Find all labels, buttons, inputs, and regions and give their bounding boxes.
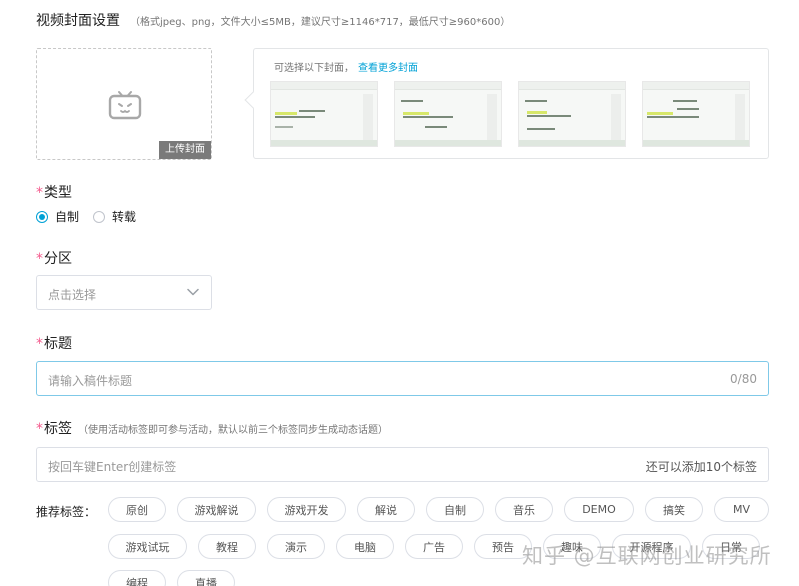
title-input-placeholder: 请输入稿件标题 bbox=[48, 374, 133, 388]
title-input[interactable]: 请输入稿件标题 0/80 bbox=[36, 361, 769, 396]
required-mark: * bbox=[36, 421, 43, 437]
cover-settings-title: 视频封面设置 bbox=[36, 13, 120, 29]
tags-remaining-count: 还可以添加10个标签 bbox=[645, 460, 757, 474]
recommended-tag[interactable]: DEMO bbox=[564, 497, 634, 522]
cover-thumbnail-4[interactable] bbox=[642, 81, 750, 147]
title-char-counter: 0/80 bbox=[730, 372, 757, 386]
suggested-covers-panel: 可选择以下封面， 查看更多封面 bbox=[244, 48, 769, 159]
type-label: 类型 bbox=[44, 185, 72, 201]
cover-thumbnail-2[interactable] bbox=[394, 81, 502, 147]
recommended-tag[interactable]: 游戏解说 bbox=[177, 497, 256, 522]
tags-hint: （使用活动标签即可参与活动，默认以前三个标签同步生成动态话题） bbox=[78, 425, 388, 436]
type-option-original-label: 自制 bbox=[55, 210, 80, 224]
tags-label: 标签 bbox=[44, 421, 72, 437]
recommended-tag[interactable]: 音乐 bbox=[495, 497, 553, 522]
tags-input-placeholder: 按回车键Enter创建标签 bbox=[48, 460, 177, 474]
recommended-tag[interactable]: 解说 bbox=[357, 497, 415, 522]
tv-icon bbox=[108, 91, 142, 120]
title-label: 标题 bbox=[44, 336, 72, 352]
required-mark: * bbox=[36, 336, 43, 352]
required-mark: * bbox=[36, 251, 43, 267]
suggested-covers-label: 可选择以下封面， bbox=[274, 63, 354, 74]
tags-label-text: *标签 bbox=[36, 418, 72, 438]
chevron-down-icon bbox=[187, 288, 199, 296]
recommended-tag[interactable]: 广告 bbox=[405, 534, 463, 559]
recommended-tag[interactable]: 游戏试玩 bbox=[108, 534, 187, 559]
type-option-repost-label: 转载 bbox=[112, 210, 137, 224]
recommended-tag[interactable]: 原创 bbox=[108, 497, 166, 522]
radio-selected[interactable] bbox=[36, 210, 48, 223]
tags-field-label: *标签 （使用活动标签即可参与活动，默认以前三个标签同步生成动态话题） bbox=[36, 418, 388, 438]
cover-format-hint: （格式jpeg、png，文件大小≤5MB，建议尺寸≥1146*717，最低尺寸≥… bbox=[130, 17, 511, 28]
recommended-tag[interactable]: MV bbox=[714, 497, 769, 522]
tags-input[interactable]: 按回车键Enter创建标签 还可以添加10个标签 bbox=[36, 447, 769, 482]
recommended-tag[interactable]: 搞笑 bbox=[645, 497, 703, 522]
cover-thumbnails bbox=[270, 81, 750, 147]
recommended-tag[interactable]: 教程 bbox=[198, 534, 256, 559]
type-option-repost[interactable]: 转载 bbox=[93, 208, 136, 225]
title-field-label: *标题 bbox=[36, 333, 72, 353]
recommended-tag[interactable]: 电脑 bbox=[336, 534, 394, 559]
cover-settings-header: 视频封面设置 （格式jpeg、png，文件大小≤5MB，建议尺寸≥1146*71… bbox=[36, 10, 510, 30]
required-mark: * bbox=[36, 185, 43, 201]
zhihu-watermark: 知乎 @互联网创业研究所 bbox=[522, 544, 772, 568]
category-select[interactable]: 点击选择 bbox=[36, 275, 212, 310]
recommended-tag[interactable]: 编程 bbox=[108, 570, 166, 586]
panel-pointer-arrow bbox=[244, 91, 262, 109]
recommended-tag[interactable]: 自制 bbox=[426, 497, 484, 522]
category-field-label: *分区 bbox=[36, 248, 72, 268]
category-select-placeholder: 点击选择 bbox=[48, 288, 97, 302]
type-field-label: *类型 bbox=[36, 182, 72, 202]
upload-cover-button[interactable]: 上传封面 bbox=[159, 141, 211, 159]
type-option-original[interactable]: 自制 bbox=[36, 208, 79, 225]
radio-unselected[interactable] bbox=[93, 210, 106, 223]
cover-thumbnail-3[interactable] bbox=[518, 81, 626, 147]
more-covers-link[interactable]: 查看更多封面 bbox=[358, 63, 418, 74]
recommended-tag[interactable]: 游戏开发 bbox=[267, 497, 346, 522]
recommended-tag[interactable]: 演示 bbox=[267, 534, 325, 559]
suggested-covers-text: 可选择以下封面， 查看更多封面 bbox=[274, 59, 418, 74]
recommended-tag[interactable]: 直播 bbox=[177, 570, 235, 586]
cover-thumbnail-1[interactable] bbox=[270, 81, 378, 147]
recommended-tags-label: 推荐标签： bbox=[36, 505, 97, 519]
cover-upload-area[interactable]: 上传封面 bbox=[36, 48, 212, 160]
category-label: 分区 bbox=[44, 251, 72, 267]
type-radio-group: 自制 转载 bbox=[36, 208, 150, 225]
